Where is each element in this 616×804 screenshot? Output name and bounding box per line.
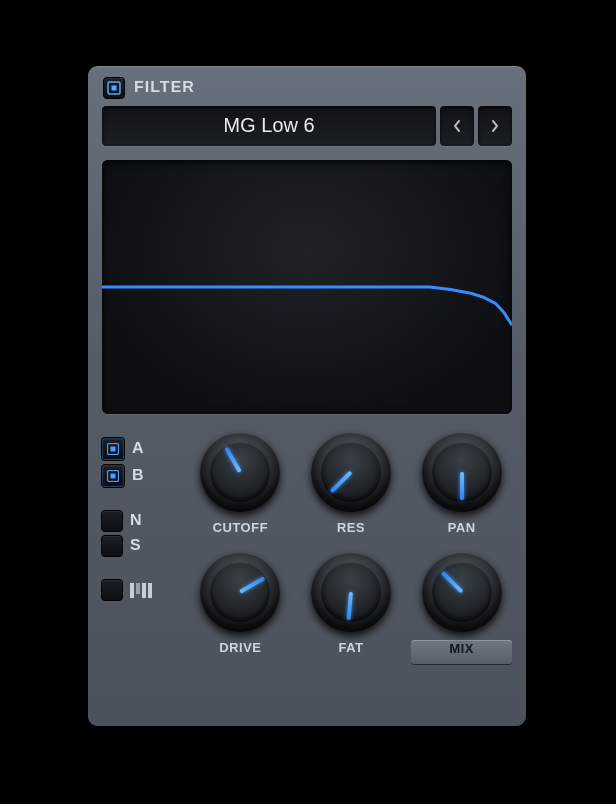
route-b-label: B — [132, 467, 144, 485]
pan-knob[interactable] — [422, 432, 502, 512]
cutoff-knob[interactable] — [200, 432, 280, 512]
res-label: RES — [301, 520, 402, 544]
route-s-toggle[interactable] — [102, 536, 122, 556]
knob-grid: CUTOFF RES PAN DRIVE FAT MIX — [190, 432, 512, 664]
mix-knob[interactable] — [422, 552, 502, 632]
preset-display[interactable]: MG Low 6 — [102, 106, 436, 146]
panel-title: FILTER — [134, 79, 195, 97]
route-a-label: A — [132, 440, 144, 458]
keyboard-icon — [130, 583, 152, 598]
route-a-toggle[interactable] — [102, 438, 124, 460]
route-b-toggle[interactable] — [102, 465, 124, 487]
route-s-label: S — [130, 537, 141, 555]
chevron-right-icon — [490, 119, 500, 133]
routing-column: A B N S — [102, 432, 172, 664]
drive-knob[interactable] — [200, 552, 280, 632]
target-icon — [107, 81, 121, 95]
fat-label: FAT — [301, 640, 402, 664]
route-n-label: N — [130, 512, 142, 530]
mix-label: MIX — [411, 640, 512, 664]
filter-response-display[interactable] — [102, 160, 512, 414]
drive-label: DRIVE — [190, 640, 291, 664]
active-icon — [107, 443, 119, 455]
preset-bar: MG Low 6 — [102, 106, 512, 146]
preset-next-button[interactable] — [478, 106, 512, 146]
module-enable-toggle[interactable] — [104, 78, 124, 98]
panel-header: FILTER — [102, 66, 512, 106]
lower-section: A B N S — [102, 432, 512, 664]
cutoff-label: CUTOFF — [190, 520, 291, 544]
fat-knob[interactable] — [311, 552, 391, 632]
keyboard-tracking-toggle[interactable] — [102, 580, 122, 600]
filter-panel: FILTER MG Low 6 — [88, 66, 526, 726]
res-knob[interactable] — [311, 432, 391, 512]
preset-prev-button[interactable] — [440, 106, 474, 146]
chevron-left-icon — [452, 119, 462, 133]
active-icon — [107, 470, 119, 482]
route-n-toggle[interactable] — [102, 511, 122, 531]
pan-label: PAN — [411, 520, 512, 544]
filter-curve — [102, 160, 512, 414]
